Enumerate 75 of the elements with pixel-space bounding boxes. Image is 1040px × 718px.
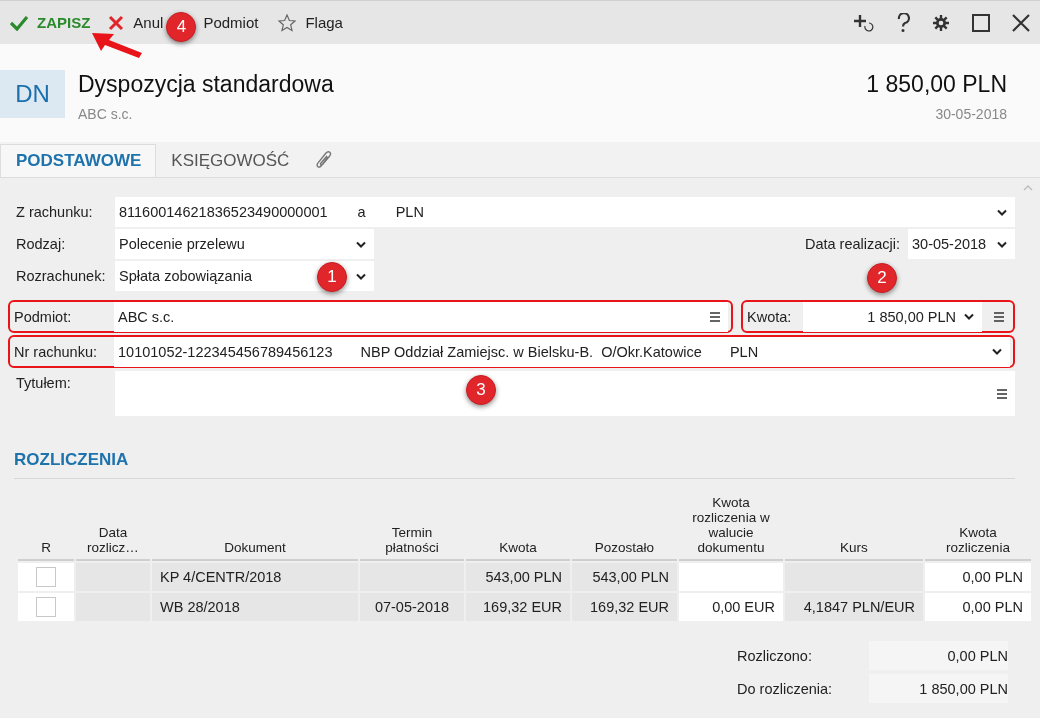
dropdown-field[interactable]: 30-05-2018 (908, 229, 1015, 259)
column-header: Kwota (466, 489, 570, 561)
table-cell: 169,32 EUR (572, 593, 677, 621)
chevron-down-icon[interactable] (997, 240, 1007, 248)
tab[interactable]: KSIĘGOWOŚĆ (156, 144, 304, 177)
table-cell: 07-05-2018 (360, 593, 464, 621)
close-icon (108, 14, 125, 31)
chevron-down-icon[interactable] (356, 272, 366, 280)
dropdown-field[interactable]: 10101052-122345456789456123 NBP Oddział Zamiejsc. w Bielsku-B. O/Okr.Katowice PLN (114, 336, 1010, 367)
document-date: 30-05-2018 (934, 106, 1007, 122)
chevron-down-icon[interactable] (964, 313, 974, 320)
save-button[interactable]: ZAPISZ (10, 14, 91, 31)
document-amount: 1 850,00 PLN (866, 71, 1007, 98)
column-header: Termin płatności (360, 489, 464, 561)
section-heading: ROZLICZENIA (14, 450, 1015, 479)
menu-icon[interactable] (994, 311, 1004, 322)
add-icon[interactable] (854, 13, 874, 32)
table-cell: 4,1847 PLN/EUR (785, 593, 923, 621)
summary-label: Rozliczono: (737, 647, 813, 664)
menu-icon[interactable] (710, 311, 720, 322)
field-label: Podmiot: (13, 308, 73, 325)
amount-field[interactable]: 1 850,00 PLN (803, 301, 982, 332)
document-type-badge: DN (0, 70, 65, 118)
column-header: R (18, 489, 74, 561)
flag-button[interactable]: Flaga (278, 13, 343, 32)
entity-button[interactable]: Podmiot (203, 14, 259, 31)
table-cell: WB 28/2018 (152, 593, 358, 621)
dropdown-field[interactable]: Polecenie przelewu (115, 229, 374, 259)
column-header: Pozostało (572, 489, 677, 561)
column-header: Kurs (785, 489, 923, 561)
checkbox-cell[interactable] (18, 593, 74, 621)
maximize-icon[interactable] (972, 13, 990, 32)
field-label: Z rachunku: (15, 204, 94, 220)
document-title: Dyspozycja standardowa (78, 71, 335, 98)
paperclip-icon[interactable] (315, 150, 334, 169)
dropdown-field[interactable]: 81160014621836523490000001 a PLN (115, 197, 1015, 227)
callout-badge: 2 (866, 263, 897, 293)
close-icon[interactable] (1012, 13, 1030, 32)
chevron-down-icon[interactable] (992, 348, 1002, 355)
table-cell: 543,00 PLN (572, 563, 677, 591)
callout-badge: 1 (317, 262, 347, 292)
field-label: Rodzaj: (15, 236, 67, 252)
dropdown-field[interactable]: Spłata zobowiązania 1 (115, 261, 374, 291)
field-label: Kwota: (746, 308, 793, 325)
field-label: Nr rachunku: (13, 343, 98, 360)
callout-badge: 4 (166, 12, 197, 42)
input-field[interactable]: ABC s.c. (114, 301, 728, 332)
chevron-down-icon[interactable] (356, 240, 366, 248)
checkbox[interactable] (36, 597, 56, 617)
tab[interactable]: PODSTAWOWE (0, 144, 157, 177)
table-cell[interactable]: 0,00 PLN (925, 593, 1031, 621)
document-subtitle: ABC s.c. (78, 106, 134, 122)
column-header: Data rozlicz… (76, 489, 150, 561)
chevron-down-icon[interactable] (997, 208, 1007, 216)
checkbox-cell[interactable] (18, 563, 74, 591)
field-label: Tytułem: (15, 374, 72, 391)
settings-icon[interactable] (932, 13, 950, 32)
column-header: Kwota rozliczenia w walucie dokumentu (679, 489, 783, 561)
field-label: Data realizacji: (804, 236, 900, 252)
checkmark-icon (10, 14, 28, 31)
help-icon[interactable] (896, 12, 910, 33)
menu-icon[interactable] (997, 388, 1007, 399)
table-cell[interactable]: 0,00 EUR (679, 593, 783, 621)
table-cell: 543,00 PLN (466, 563, 570, 591)
table-cell[interactable]: 0,00 PLN (925, 563, 1031, 591)
checkbox[interactable] (36, 567, 56, 587)
field-label: Rozrachunek: (15, 268, 107, 284)
column-header: Kwota rozliczenia (925, 489, 1031, 561)
summary-label: Do rozliczenia: (737, 680, 834, 697)
summary-value: 1 850,00 PLN (869, 674, 1008, 703)
table-cell: 169,32 EUR (466, 593, 570, 621)
star-icon (278, 13, 297, 32)
table-cell: KP 4/CENTR/2018 (152, 563, 358, 591)
summary-value: 0,00 PLN (869, 641, 1008, 670)
column-header: Dokument (152, 489, 358, 561)
